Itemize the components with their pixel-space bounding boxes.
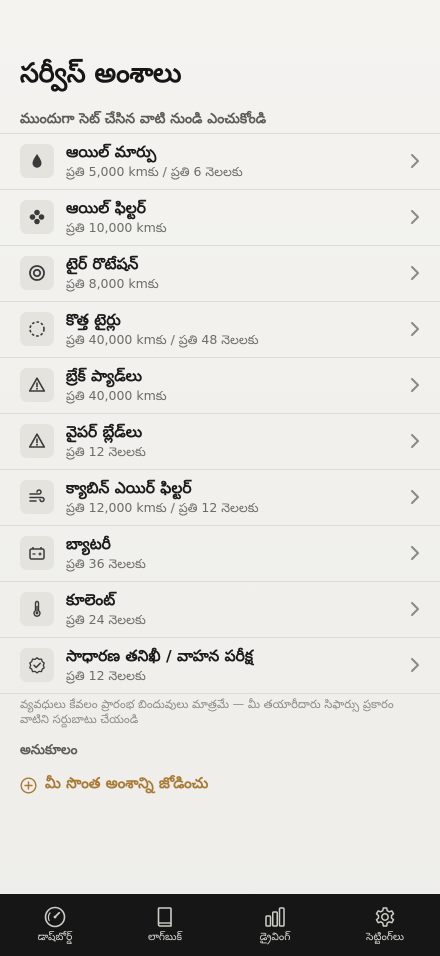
chevron-right-icon [411, 322, 419, 336]
presets-section-header: ముందుగా సెట్ చేసిన వాటి నుండి ఎంచుకోండి [20, 111, 267, 127]
tab-label: డాష్‌బోర్డ్ [37, 931, 73, 943]
chevron-right-icon [411, 658, 419, 672]
item-title: కూలెంట్ [66, 591, 116, 609]
item-interval: ప్రతి 5,000 kmకు / ప్రతి 6 నెలలకు [66, 164, 243, 179]
chevron-right-icon [411, 434, 419, 448]
chevron-right-icon [411, 546, 419, 560]
list-item-coolant[interactable]: కూలెంట్ ప్రతి 24 నెలలకు [0, 582, 440, 638]
thermometer-icon [20, 592, 54, 626]
warning-triangle-icon [20, 368, 54, 402]
item-title: టైర్ రొటేషన్ [66, 255, 139, 273]
chevron-right-icon [411, 266, 419, 280]
target-circle-icon [20, 256, 54, 290]
tab-label: లాగ్‌బుక్ [147, 931, 183, 943]
battery-icon [20, 536, 54, 570]
gear-icon [375, 907, 395, 927]
custom-section-header: అనుకూలం [20, 742, 78, 758]
tab-dashboard[interactable]: డాష్‌బోర్డ్ [0, 894, 110, 956]
add-custom-item-button[interactable]: మీ సొంత అంశాన్ని జోడించు [20, 774, 208, 796]
chevron-right-icon [411, 154, 419, 168]
item-title: ఆయిల్ ఫిల్టర్ [66, 199, 146, 217]
tab-settings[interactable]: సెట్టింగ్‌లు [330, 894, 440, 956]
list-item-general-inspection[interactable]: సాధారణ తనిఖీ / వాహన పరీక్ష ప్రతి 12 నెలల… [0, 638, 440, 694]
item-title: ఆయిల్ మార్పు [66, 143, 157, 161]
item-interval: ప్రతి 8,000 kmకు [66, 276, 159, 291]
oil-drop-icon [20, 144, 54, 178]
filter-dots-icon [20, 200, 54, 234]
item-interval: ప్రతి 10,000 kmకు [66, 220, 167, 235]
wind-icon [20, 480, 54, 514]
list-item-new-tires[interactable]: కొత్త టైర్లు ప్రతి 40,000 kmకు / ప్రతి 4… [0, 302, 440, 358]
add-custom-item-label: మీ సొంత అంశాన్ని జోడించు [45, 774, 209, 792]
chevron-right-icon [411, 378, 419, 392]
item-title: క్యాబిన్ ఎయిర్ ఫిల్టర్ [66, 479, 192, 497]
list-item-oil-change[interactable]: ఆయిల్ మార్పు ప్రతి 5,000 kmకు / ప్రతి 6 … [0, 134, 440, 190]
chevron-right-icon [411, 490, 419, 504]
item-interval: ప్రతి 12 నెలలకు [66, 668, 146, 683]
item-interval: ప్రతి 36 నెలలకు [66, 556, 146, 571]
page-title: సర్వీస్ అంశాలు [20, 58, 182, 89]
list-item-battery[interactable]: బ్యాటరీ ప్రతి 36 నెలలకు [0, 526, 440, 582]
item-interval: ప్రతి 24 నెలలకు [66, 612, 146, 627]
item-title: బ్యాటరీ [66, 535, 111, 553]
bar-chart-icon [265, 907, 285, 927]
preset-list: ఆయిల్ మార్పు ప్రతి 5,000 kmకు / ప్రతి 6 … [0, 133, 440, 694]
list-item-oil-filter[interactable]: ఆయిల్ ఫిల్టర్ ప్రతి 10,000 kmకు [0, 190, 440, 246]
tab-bar: డాష్‌బోర్డ్ లాగ్‌బుక్ డ్రైవింగ్ సెట్టింగ… [0, 894, 440, 956]
item-title: వైపర్ బ్లేడ్‌లు [66, 423, 143, 441]
item-interval: ప్రతి 40,000 kmకు / ప్రతి 48 నెలలకు [66, 332, 259, 347]
tab-label: డ్రైవింగ్ [259, 931, 291, 943]
item-title: కొత్త టైర్లు [66, 311, 121, 329]
list-item-wiper-blades[interactable]: వైపర్ బ్లేడ్‌లు ప్రతి 12 నెలలకు [0, 414, 440, 470]
chevron-right-icon [411, 602, 419, 616]
speedometer-icon [44, 906, 66, 928]
tab-label: సెట్టింగ్‌లు [366, 931, 404, 943]
item-interval: ప్రతి 12,000 kmకు / ప్రతి 12 నెలలకు [66, 500, 259, 515]
list-item-tire-rotation[interactable]: టైర్ రొటేషన్ ప్రతి 8,000 kmకు [0, 246, 440, 302]
dashed-circle-icon [20, 312, 54, 346]
book-icon [157, 907, 172, 927]
item-interval: ప్రతి 40,000 kmకు [66, 388, 167, 403]
item-title: బ్రేక్ ప్యాడ్‌లు [66, 367, 143, 385]
plus-circle-icon [20, 776, 37, 794]
tab-logbook[interactable]: లాగ్‌బుక్ [110, 894, 220, 956]
item-interval: ప్రతి 12 నెలలకు [66, 444, 146, 459]
warning-triangle-icon [20, 424, 54, 458]
item-title: సాధారణ తనిఖీ / వాహన పరీక్ష [66, 647, 253, 665]
tab-driving[interactable]: డ్రైవింగ్ [220, 894, 330, 956]
check-badge-icon [20, 648, 54, 682]
intervals-footnote: వ్యవధులు కేవలం ప్రారంభ బిందువులు మాత్రమే… [20, 697, 394, 726]
list-item-brake-pads[interactable]: బ్రేక్ ప్యాడ్‌లు ప్రతి 40,000 kmకు [0, 358, 440, 414]
service-items-screen: సర్వీస్ అంశాలు ముందుగా సెట్ చేసిన వాటి న… [0, 0, 440, 956]
chevron-right-icon [411, 210, 419, 224]
list-item-cabin-air-filter[interactable]: క్యాబిన్ ఎయిర్ ఫిల్టర్ ప్రతి 12,000 kmకు… [0, 470, 440, 526]
